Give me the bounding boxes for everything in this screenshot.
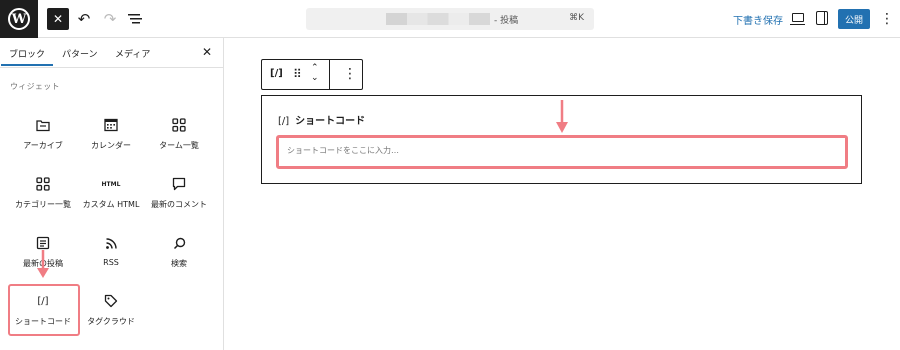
block-terms-list[interactable]: ターム一覧 (144, 112, 214, 162)
list-view-button[interactable] (126, 8, 144, 30)
save-draft-button[interactable]: 下書き保存 (733, 12, 783, 27)
list-view-icon (128, 14, 142, 24)
annotation-arrow-down-icon (556, 100, 568, 133)
editor-top-bar: W ✕ ↶ ↷ - 投稿 ⌘K 下書き保存 公開 ⋮ (0, 0, 900, 38)
shortcode-highlight-box (8, 284, 80, 336)
shortcode-block-title: [/] ショートコード (278, 112, 365, 127)
inserter-tabs: ブロック パターン メディア ✕ (0, 38, 223, 68)
tab-media[interactable]: メディア (115, 47, 150, 60)
redo-button[interactable]: ↷ (100, 8, 120, 30)
block-latest-comments[interactable]: 最新のコメント (144, 171, 214, 221)
block-categories[interactable]: カテゴリー一覧 (8, 171, 78, 221)
shortcode-block-type-icon[interactable]: [/] (270, 68, 283, 79)
block-label: カレンダー (91, 141, 131, 150)
block-options-icon[interactable]: ⋮ (343, 66, 357, 82)
blurred-site-title (386, 13, 490, 25)
shortcode-input[interactable] (287, 146, 827, 155)
block-label: カテゴリー一覧 (15, 200, 71, 209)
wordpress-logo-button[interactable]: W (0, 0, 38, 38)
toolbar-divider (329, 60, 330, 89)
comment-icon (172, 177, 186, 191)
rss-icon (105, 237, 117, 249)
archive-icon (36, 119, 50, 131)
tab-patterns[interactable]: パターン (62, 47, 98, 60)
wordpress-logo-icon: W (8, 8, 30, 30)
block-label: 最新のコメント (151, 200, 207, 209)
settings-sidebar-icon[interactable] (816, 11, 828, 25)
block-label: ターム一覧 (159, 141, 199, 150)
block-label: カスタム HTML (82, 200, 140, 209)
command-shortcut: ⌘K (569, 13, 584, 23)
document-title: - 投稿 (494, 16, 519, 26)
tag-icon (104, 294, 118, 308)
html-icon: HTML (101, 180, 121, 188)
block-search[interactable]: 検索 (144, 230, 214, 280)
block-archives[interactable]: アーカイブ (8, 112, 78, 162)
block-custom-html[interactable]: HTML カスタム HTML (76, 171, 146, 221)
close-inserter-button[interactable]: ✕ (47, 8, 69, 30)
tab-blocks[interactable]: ブロック (0, 47, 54, 66)
annotation-arrow-down-icon (37, 250, 49, 278)
shortcode-icon: [/] (278, 116, 290, 127)
close-panel-icon[interactable]: ✕ (202, 45, 212, 59)
block-tag-cloud[interactable]: タグクラウド (76, 288, 146, 338)
drag-handle-icon[interactable]: ⠿ (293, 67, 302, 81)
undo-button[interactable]: ↶ (74, 8, 94, 30)
grid-icon (36, 177, 50, 191)
block-rss[interactable]: RSS (76, 230, 146, 280)
move-up-down-icon[interactable]: ⌃ ⌄ (311, 63, 319, 83)
shortcode-title-text: ショートコード (295, 116, 366, 127)
grid-icon (172, 118, 186, 132)
widgets-section-title: ウィジェット (10, 82, 60, 91)
block-label: 検索 (171, 259, 187, 268)
posts-icon (36, 236, 50, 250)
calendar-icon (104, 118, 118, 132)
block-calendar[interactable]: カレンダー (76, 112, 146, 162)
device-preview-icon[interactable] (790, 13, 805, 25)
block-inserter-panel: ブロック パターン メディア ✕ ウィジェット アーカイブ カレンダー ターム一… (0, 38, 224, 350)
block-toolbar: [/] ⠿ ⌃ ⌄ ⋮ (261, 59, 363, 90)
document-bar[interactable]: - 投稿 ⌘K (306, 8, 594, 30)
options-menu-icon[interactable]: ⋮ (880, 10, 894, 28)
shortcode-input-wrapper (276, 135, 848, 169)
block-label: アーカイブ (23, 141, 63, 150)
block-label: タグクラウド (87, 317, 135, 326)
publish-button[interactable]: 公開 (838, 9, 870, 29)
search-icon (173, 237, 185, 249)
block-label: RSS (103, 258, 119, 267)
